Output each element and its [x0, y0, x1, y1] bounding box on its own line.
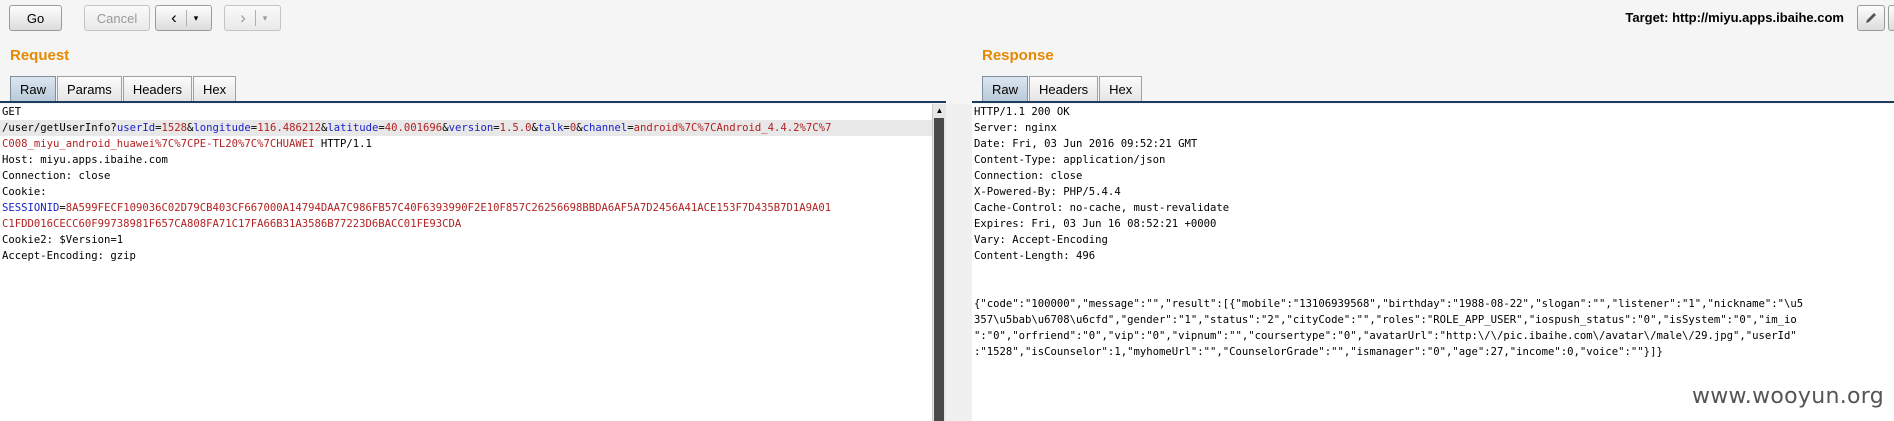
back-arrow-icon: ‹: [171, 8, 177, 27]
cookie-value: C1FDD016CECC60F99738981F657CA808FA71C17F…: [2, 218, 462, 230]
response-body-line: 357\u5bab\u6708\u6cfd","gender":"1","sta…: [974, 314, 1797, 326]
param-key: userId: [116, 122, 156, 134]
response-title: Response: [982, 47, 1054, 64]
response-header-line: X-Powered-By: PHP/5.4.4: [974, 186, 1121, 198]
response-header-line: Expires: Fri, 03 Jun 16 08:52:21 +0000: [974, 218, 1217, 230]
response-tab-raw[interactable]: Raw: [982, 76, 1029, 102]
connection-header: Connection: close: [2, 170, 111, 182]
request-editor[interactable]: GET /user/getUserInfo?userId=1528&longit…: [0, 104, 932, 421]
response-header-line: Content-Type: application/json: [974, 154, 1166, 166]
cookie2-header: Cookie2: $Version=1: [2, 234, 124, 246]
request-tab-headers[interactable]: Headers: [122, 76, 192, 102]
response-header-line: Connection: close: [974, 170, 1083, 182]
param-value: 1.5.0: [499, 122, 532, 134]
cookie-value: 8A599FECF109036C02D79CB403CF667000A14794…: [65, 202, 832, 214]
request-tab-underline: [0, 101, 946, 103]
param-value: 116.486212: [257, 122, 321, 134]
request-url-line-2: C008_miyu_android_huawei%7C%7CPE-TL20%7C…: [0, 136, 932, 152]
go-button[interactable]: Go: [9, 5, 62, 31]
help-button[interactable]: [1888, 5, 1894, 31]
edit-target-button[interactable]: [1857, 5, 1885, 31]
request-title: Request: [10, 47, 70, 64]
forward-button[interactable]: › ▾: [224, 5, 281, 31]
watermark: www.wooyun.org: [1691, 384, 1884, 409]
forward-dropdown-icon[interactable]: ▾: [256, 6, 274, 30]
response-tab-headers[interactable]: Headers: [1029, 76, 1099, 102]
request-tab-params[interactable]: Params: [57, 76, 122, 102]
request-tab-hex[interactable]: Hex: [192, 76, 237, 102]
toolbar: Go Cancel ‹ ▾ › ▾ Target: http://miyu.ap…: [0, 0, 1894, 36]
cookie-key: SESSIONID: [2, 202, 60, 214]
http-version: HTTP/1.1: [314, 138, 372, 150]
request-method: GET: [2, 106, 22, 118]
response-body-line: ":"0","orfriend":"0","vip":"0","vipnum":…: [974, 330, 1797, 342]
response-header-line: Content-Length: 496: [974, 250, 1096, 262]
forward-arrow-icon: ›: [240, 8, 246, 27]
response-tabs: Raw Headers Hex: [982, 76, 1143, 102]
param-key: latitude: [327, 122, 379, 134]
request-tabs: Raw Params Headers Hex: [10, 76, 237, 102]
response-body-line: :"1528","isCounselor":1,"myhomeUrl":"","…: [974, 346, 1663, 358]
response-tab-hex[interactable]: Hex: [1099, 76, 1143, 102]
param-key: version: [448, 122, 494, 134]
pane-divider[interactable]: [946, 104, 972, 421]
request-url-line-1: /user/getUserInfo?userId=1528&longitude=…: [0, 120, 932, 136]
param-value: C008_miyu_android_huawei%7C%7CPE-TL20%7C…: [2, 138, 315, 150]
param-value: 40.001696: [384, 122, 443, 134]
param-key: channel: [582, 122, 628, 134]
param-value: 1528: [161, 122, 187, 134]
param-key: longitude: [193, 122, 251, 134]
response-body-line: {"code":"100000","message":"","result":[…: [974, 298, 1804, 310]
url-path: /user/getUserInfo?: [2, 122, 117, 134]
session-cookie-line-2: C1FDD016CECC60F99738981F657CA808FA71C17F…: [0, 216, 932, 232]
response-header-line: HTTP/1.1 200 OK: [974, 106, 1070, 118]
scrollbar-thumb[interactable]: [934, 118, 944, 421]
host-header: Host: miyu.apps.ibaihe.com: [2, 154, 168, 166]
accept-encoding-header: Accept-Encoding: gzip: [2, 250, 136, 262]
session-cookie-line-1: SESSIONID=8A599FECF109036C02D79CB403CF66…: [2, 202, 832, 214]
param-value: 0: [569, 122, 577, 134]
response-tab-underline: [972, 101, 1894, 103]
response-header-line: Date: Fri, 03 Jun 2016 09:52:21 GMT: [974, 138, 1198, 150]
scroll-up-icon[interactable]: ▲: [933, 104, 946, 117]
back-button[interactable]: ‹ ▾: [155, 5, 212, 31]
back-dropdown-icon[interactable]: ▾: [187, 6, 205, 30]
param-value: android%7C%7CAndroid_4.4.2%7C%7: [633, 122, 832, 134]
response-header-line: Server: nginx: [974, 122, 1057, 134]
cookie-header: Cookie:: [2, 186, 47, 198]
response-editor[interactable]: HTTP/1.1 200 OK Server: nginx Date: Fri,…: [972, 104, 1894, 421]
pencil-icon: [1866, 13, 1876, 23]
response-header-line: Vary: Accept-Encoding: [974, 234, 1108, 246]
param-key: talk: [537, 122, 564, 134]
cancel-button[interactable]: Cancel: [84, 5, 150, 31]
response-header-line: Cache-Control: no-cache, must-revalidate: [974, 202, 1230, 214]
request-tab-raw[interactable]: Raw: [10, 76, 57, 102]
request-scrollbar[interactable]: ▲: [932, 104, 946, 421]
target-label: Target: http://miyu.apps.ibaihe.com: [1625, 10, 1844, 25]
